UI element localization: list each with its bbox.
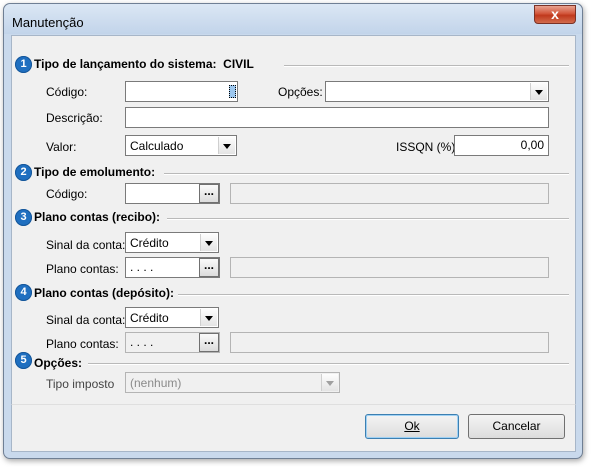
section-title-opcoes: Opções: [34, 356, 83, 370]
chevron-down-icon[interactable] [200, 309, 217, 326]
cancel-button-label: Cancelar [492, 419, 541, 433]
tipo-imposto-select[interactable]: (nenhum) [125, 372, 340, 393]
window-title: Manutenção [12, 15, 84, 30]
chevron-down-icon[interactable] [530, 83, 547, 100]
valor-select[interactable]: Calculado [125, 135, 237, 156]
descricao-label: Descrição: [46, 111, 103, 125]
dialog-window: Manutenção x 1 Tipo de lançamento do sis… [3, 3, 583, 459]
step-badge-3: 3 [15, 209, 32, 226]
deposito-plano-label: Plano contas: [46, 337, 119, 351]
emolumento-lookup-button[interactable]: ... [199, 184, 219, 203]
ok-button[interactable]: Ok [365, 414, 459, 439]
section-title-value: CIVIL [223, 57, 254, 71]
deposito-plano-mask: . . . . [130, 335, 154, 349]
issqn-input[interactable]: 0,00 [454, 135, 549, 156]
form-body: 1 Tipo de lançamento do sistema: CIVIL C… [11, 35, 576, 405]
recibo-sinal-select[interactable]: Crédito [125, 232, 219, 253]
valor-value: Calculado [130, 139, 184, 153]
step-badge-1: 1 [15, 56, 32, 73]
recibo-sinal-label: Sinal da conta: [46, 238, 126, 252]
deposito-plano-description-field [230, 332, 549, 353]
section-divider [284, 65, 569, 67]
deposito-sinal-select[interactable]: Crédito [125, 307, 219, 328]
emolumento-description-field [230, 183, 549, 204]
chevron-down-icon[interactable] [200, 234, 217, 251]
section-divider [167, 218, 569, 220]
codigo-label: Código: [46, 85, 88, 99]
close-icon: x [551, 6, 559, 22]
descricao-input[interactable] [125, 107, 549, 128]
dialog-footer: 6 Ok Cancelar [11, 404, 576, 452]
ok-button-label: Ok [404, 419, 420, 433]
deposito-plano-lookup-button[interactable]: ... [199, 333, 219, 352]
section-divider [164, 173, 569, 175]
recibo-plano-lookup-button[interactable]: ... [199, 258, 219, 277]
opcoes-select[interactable] [325, 81, 549, 102]
step-badge-2: 2 [15, 164, 32, 181]
section-title-tipo-emolumento: Tipo de emolumento: [34, 165, 156, 179]
step-badge-5: 5 [15, 352, 32, 369]
section-title-plano-deposito: Plano contas (depósito): [34, 286, 175, 300]
section-divider [178, 294, 569, 296]
section-title-text: Tipo de lançamento do sistema: [34, 57, 217, 71]
section-title-plano-recibo: Plano contas (recibo): [34, 210, 161, 224]
section-divider [88, 363, 569, 365]
text-caret [229, 85, 236, 98]
deposito-sinal-label: Sinal da conta: [46, 313, 126, 327]
recibo-sinal-value: Crédito [130, 236, 169, 250]
section-title-tipo-lancamento: Tipo de lançamento do sistema: CIVIL [34, 57, 254, 71]
chevron-down-icon[interactable] [218, 137, 235, 154]
opcoes-label: Opções: [278, 85, 323, 99]
issqn-label: ISSQN (%): [396, 140, 459, 154]
recibo-plano-mask: . . . . [130, 260, 154, 274]
cancel-button[interactable]: Cancelar [468, 414, 565, 439]
deposito-sinal-value: Crédito [130, 311, 169, 325]
close-button[interactable]: x [534, 5, 576, 24]
recibo-plano-label: Plano contas: [46, 262, 119, 276]
valor-label: Valor: [46, 140, 77, 154]
step-badge-4: 4 [15, 284, 32, 301]
title-bar[interactable]: Manutenção x [4, 4, 582, 34]
codigo-input[interactable] [125, 81, 238, 102]
chevron-down-icon[interactable] [321, 374, 338, 391]
recibo-plano-description-field [230, 257, 549, 278]
emolumento-codigo-label: Código: [46, 187, 88, 201]
tipo-imposto-label: Tipo imposto [46, 377, 115, 391]
tipo-imposto-value: (nenhum) [130, 376, 182, 390]
